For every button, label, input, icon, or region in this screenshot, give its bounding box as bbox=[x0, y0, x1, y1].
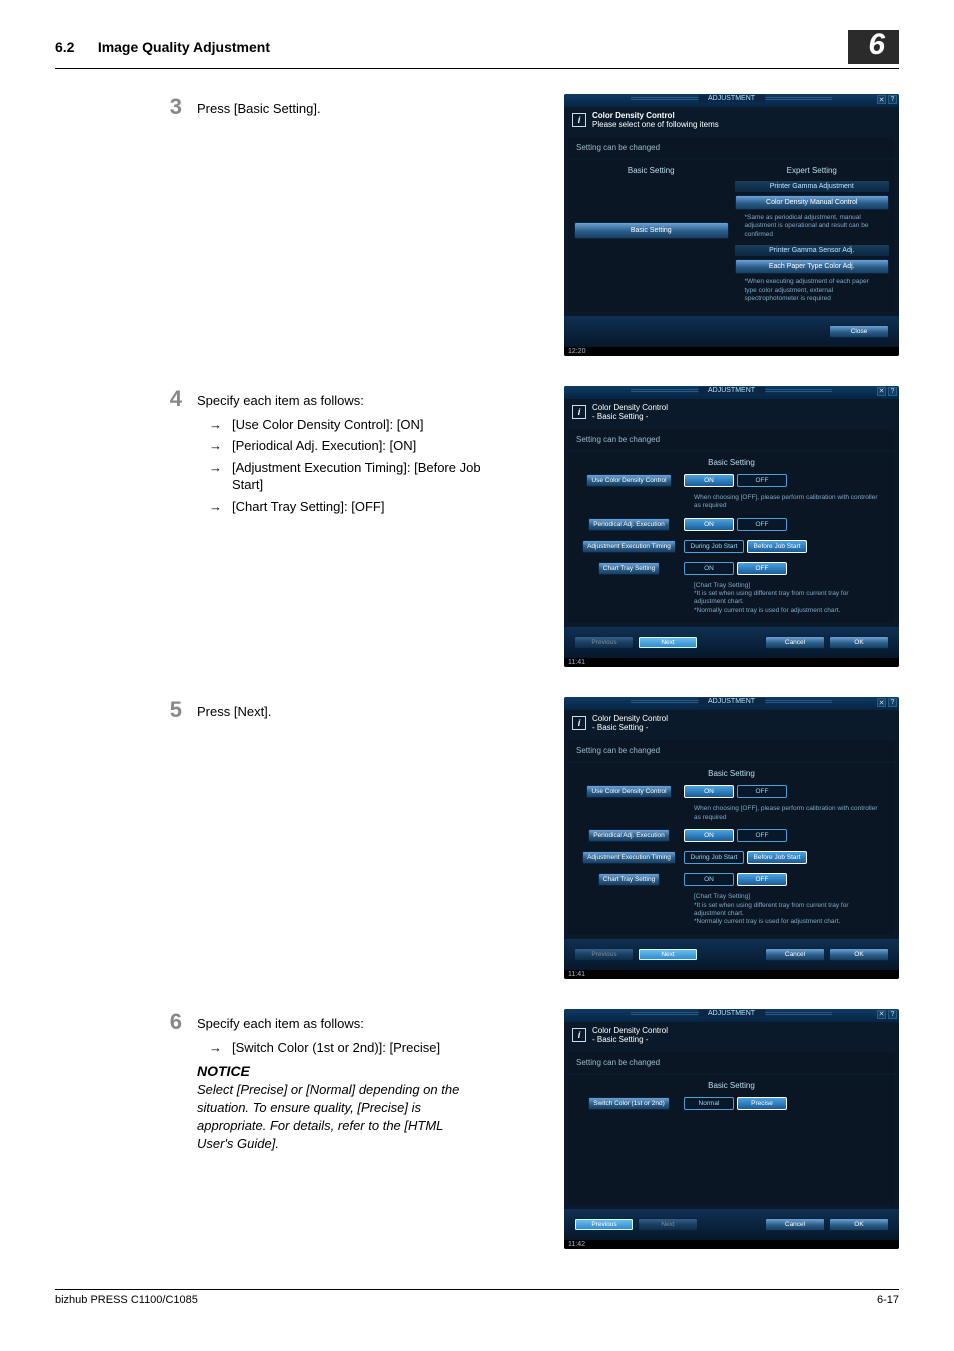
row-label-periodical[interactable]: Periodical Adj. Execution bbox=[588, 518, 670, 531]
help-icon[interactable]: ? bbox=[888, 698, 897, 707]
help-icon[interactable]: ? bbox=[888, 95, 897, 104]
step-4-items: [Use Color Density Control]: [ON] [Perio… bbox=[197, 416, 482, 516]
density-off[interactable]: OFF bbox=[737, 474, 787, 487]
density-on[interactable]: ON bbox=[684, 474, 734, 487]
screen-title: i Color Density Control Please select on… bbox=[564, 107, 899, 133]
step-4: 4 Specify each item as follows: [Use Col… bbox=[55, 386, 899, 668]
chart-off[interactable]: OFF bbox=[737, 562, 787, 575]
screenshot-3: ADJUSTMENT ✕ ? i Color Density Control P… bbox=[564, 94, 899, 356]
page-footer: bizhub PRESS C1100/C1085 6-17 bbox=[55, 1289, 899, 1306]
chapter-badge: 6 bbox=[848, 30, 899, 64]
footer-left: bizhub PRESS C1100/C1085 bbox=[55, 1294, 198, 1306]
normal-toggle[interactable]: Normal bbox=[684, 1097, 734, 1110]
screenshot-4: ADJUSTMENT ✕? i Color Density Control - … bbox=[564, 386, 899, 668]
cancel-button[interactable]: Cancel bbox=[765, 1218, 825, 1231]
before-job[interactable]: Before Job Start bbox=[747, 540, 807, 553]
info-icon: i bbox=[572, 405, 586, 419]
ok-button[interactable]: OK bbox=[829, 948, 889, 961]
precise-toggle[interactable]: Precise bbox=[737, 1097, 787, 1110]
notice-label: NOTICE bbox=[197, 1063, 482, 1079]
screenshot-6: ADJUSTMENT ✕? i Color Density Control - … bbox=[564, 1009, 899, 1249]
next-button[interactable]: Next bbox=[638, 636, 698, 649]
step-number-3: 3 bbox=[152, 94, 182, 120]
info-icon: i bbox=[572, 113, 586, 127]
section-name: Image Quality Adjustment bbox=[98, 39, 270, 55]
screen-time: 12:20 bbox=[564, 347, 899, 356]
row-label-timing[interactable]: Adjustment Execution Timing bbox=[582, 540, 676, 553]
next-button[interactable]: Next bbox=[638, 948, 698, 961]
chart-on[interactable]: ON bbox=[684, 562, 734, 575]
periodical-off[interactable]: OFF bbox=[737, 518, 787, 531]
notice-body: Select [Precise] or [Normal] depending o… bbox=[197, 1081, 482, 1154]
close-button[interactable]: Close bbox=[829, 325, 889, 338]
cancel-button[interactable]: Cancel bbox=[765, 636, 825, 649]
each-paper-type-button[interactable]: Each Paper Type Color Adj. bbox=[735, 259, 890, 274]
section-number: 6.2 bbox=[55, 39, 74, 55]
close-icon[interactable]: ✕ bbox=[877, 1010, 886, 1019]
screen-titlebar: ADJUSTMENT ✕ ? bbox=[564, 94, 899, 107]
step-5: 5 Press [Next]. ADJUSTMENT ✕? i Color De… bbox=[55, 697, 899, 979]
step-number-5: 5 bbox=[152, 697, 182, 723]
page-header: 6.2 Image Quality Adjustment 6 bbox=[55, 30, 899, 69]
close-icon[interactable]: ✕ bbox=[877, 698, 886, 707]
step-6-text: Specify each item as follows: [Switch Co… bbox=[197, 1009, 482, 1153]
during-job[interactable]: During Job Start bbox=[684, 540, 744, 553]
cancel-button[interactable]: Cancel bbox=[765, 948, 825, 961]
previous-button[interactable]: Previous bbox=[574, 1218, 634, 1231]
row-label-chart[interactable]: Chart Tray Setting bbox=[598, 562, 660, 575]
help-icon[interactable]: ? bbox=[888, 1010, 897, 1019]
basic-setting-button[interactable]: Basic Setting bbox=[574, 222, 729, 239]
ok-button[interactable]: OK bbox=[829, 1218, 889, 1231]
info-icon: i bbox=[572, 1028, 586, 1042]
step-3: 3 Press [Basic Setting]. ADJUSTMENT ✕ ? … bbox=[55, 94, 899, 356]
cdmc-button[interactable]: Color Density Manual Control bbox=[735, 195, 890, 210]
info-icon: i bbox=[572, 716, 586, 730]
step-number-4: 4 bbox=[152, 386, 182, 412]
row-label-switch-color[interactable]: Switch Color (1st or 2nd) bbox=[588, 1097, 670, 1110]
row-label-density[interactable]: Use Color Density Control bbox=[586, 474, 671, 487]
screenshot-5: ADJUSTMENT ✕? i Color Density Control - … bbox=[564, 697, 899, 979]
step-number-6: 6 bbox=[152, 1009, 182, 1035]
step-6: 6 Specify each item as follows: [Switch … bbox=[55, 1009, 899, 1249]
step-3-text: Press [Basic Setting]. bbox=[197, 94, 482, 118]
previous-button: Previous bbox=[574, 636, 634, 649]
close-icon[interactable]: ✕ bbox=[877, 387, 886, 396]
next-button: Next bbox=[638, 1218, 698, 1231]
help-icon[interactable]: ? bbox=[888, 387, 897, 396]
section-title: 6.2 Image Quality Adjustment bbox=[55, 39, 270, 55]
ok-button[interactable]: OK bbox=[829, 636, 889, 649]
step-5-text: Press [Next]. bbox=[197, 697, 482, 721]
previous-button: Previous bbox=[574, 948, 634, 961]
step-4-text: Specify each item as follows: [Use Color… bbox=[197, 386, 482, 520]
footer-right: 6-17 bbox=[877, 1294, 899, 1306]
close-icon[interactable]: ✕ bbox=[877, 95, 886, 104]
periodical-on[interactable]: ON bbox=[684, 518, 734, 531]
